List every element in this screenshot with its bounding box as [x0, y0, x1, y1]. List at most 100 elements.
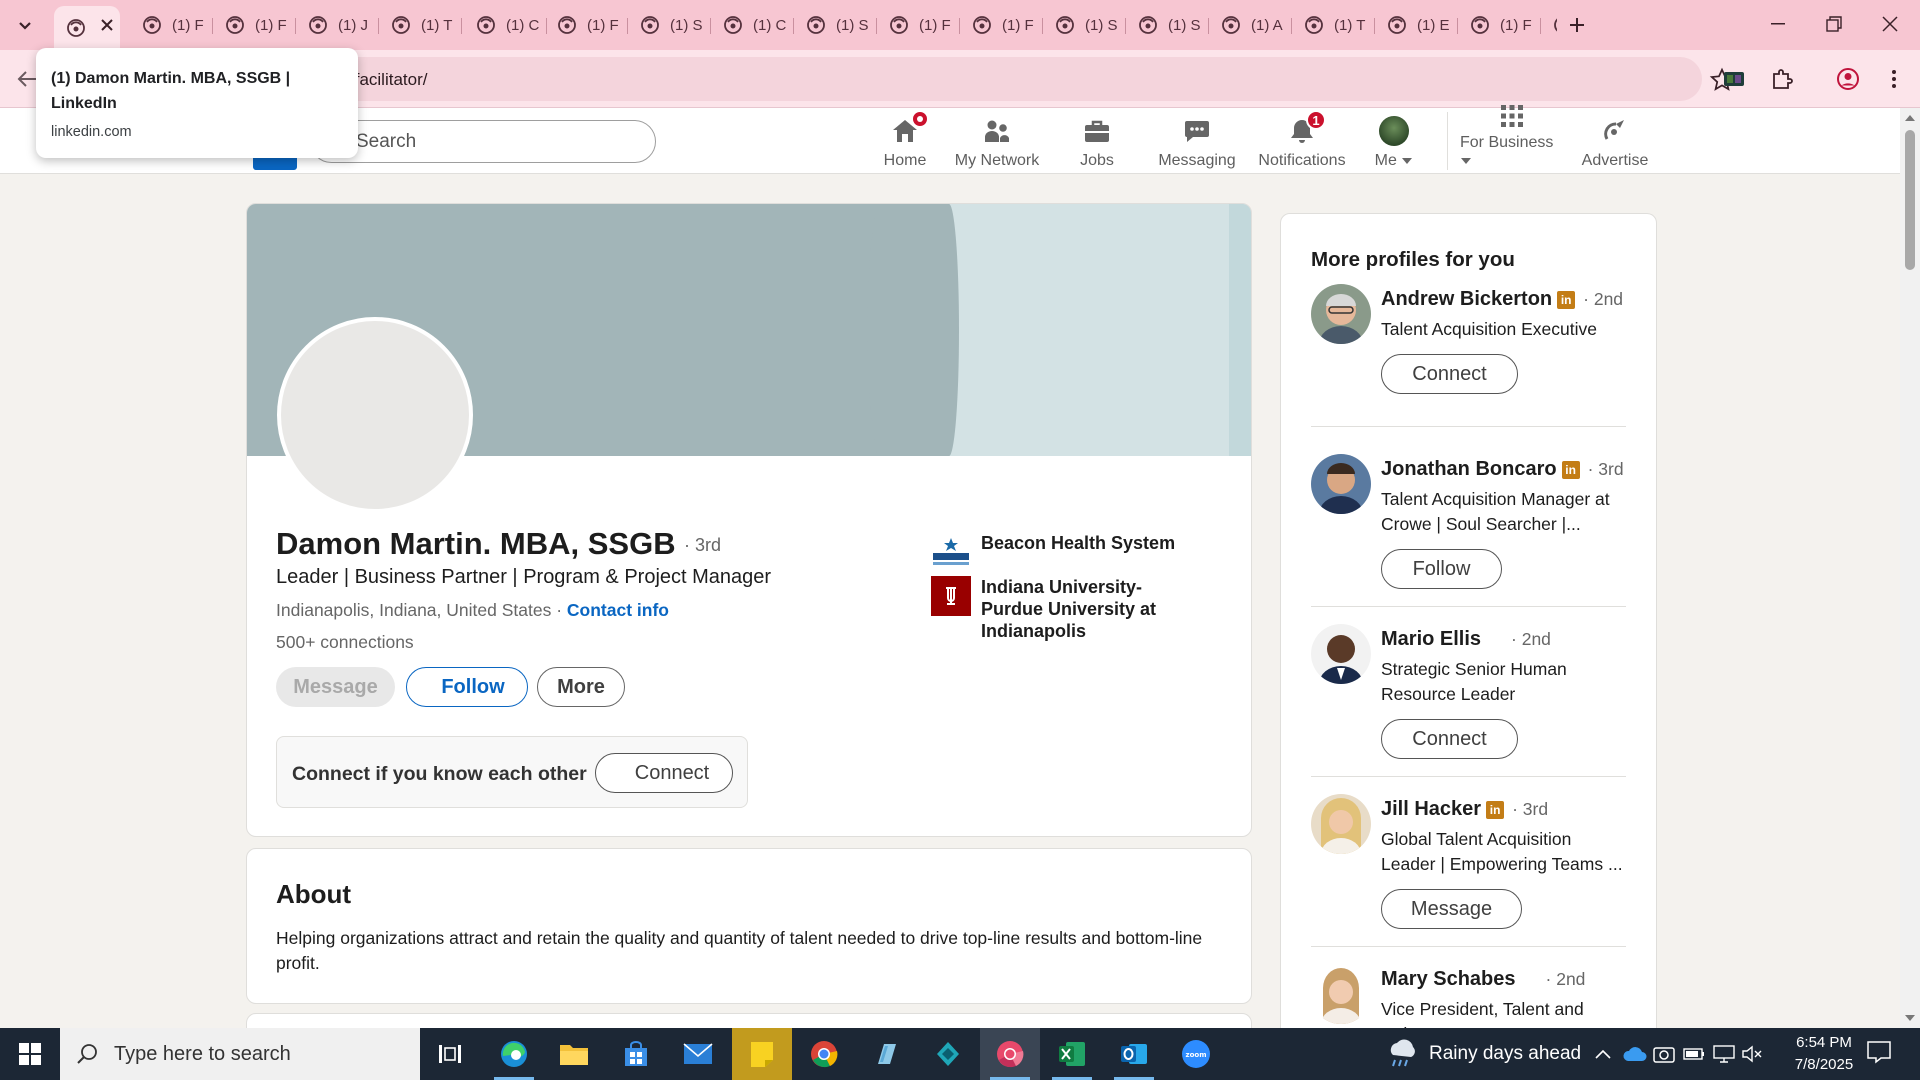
message-button[interactable]: Message	[276, 667, 395, 707]
avatar[interactable]	[1311, 284, 1371, 344]
onedrive-icon[interactable]	[1623, 1042, 1647, 1066]
browser-tab[interactable]: (1) E	[1375, 8, 1458, 42]
browser-tab[interactable]: (1) F	[877, 8, 960, 42]
page-scrollbar[interactable]	[1900, 108, 1920, 1028]
browser-tab[interactable]: (1) T	[379, 8, 462, 42]
tab-search-button[interactable]	[10, 13, 40, 39]
profile-name[interactable]: Jonathan Boncaro	[1381, 458, 1557, 481]
nav-label: Me	[1374, 152, 1397, 169]
taskbar-zoom[interactable]: zoom	[1166, 1028, 1226, 1080]
windows-taskbar: Type here to search zoom Rainy days ahea…	[0, 1028, 1920, 1080]
connections-count[interactable]: 500+ connections	[276, 632, 414, 653]
network-icon[interactable]	[1712, 1042, 1736, 1066]
suggested-profile[interactable]: Jonathan Boncaro in · 3rd Talent Acquisiti…	[1311, 454, 1626, 624]
taskbar-excel[interactable]	[1042, 1028, 1102, 1080]
browser-tab[interactable]: (1) F	[213, 8, 296, 42]
avatar[interactable]	[1311, 624, 1371, 684]
new-tab-button[interactable]	[1562, 12, 1592, 38]
browser-tab[interactable]: (1) S	[1043, 8, 1126, 42]
minimize-button[interactable]	[1750, 0, 1806, 48]
browser-tab[interactable]: (1) F	[545, 8, 628, 42]
avatar[interactable]	[1311, 964, 1371, 1024]
taskbar-search[interactable]: Type here to search	[60, 1028, 420, 1080]
more-button[interactable]: More	[537, 667, 625, 707]
search-input[interactable]	[356, 131, 636, 153]
suggested-profile[interactable]: Mario Ellis · 2nd Strategic Senior Human …	[1311, 624, 1626, 794]
start-button[interactable]	[0, 1028, 60, 1080]
close-window-button[interactable]	[1862, 0, 1918, 48]
connect-button[interactable]: Connect	[1381, 719, 1518, 759]
connect-button[interactable]: Connect	[595, 753, 733, 793]
extension-icon[interactable]	[1720, 65, 1748, 93]
browser-tab[interactable]: (1) C	[464, 8, 547, 42]
battery-icon[interactable]	[1682, 1042, 1706, 1066]
taskbar-app-2[interactable]	[918, 1028, 978, 1080]
nav-for-business[interactable]: For Business	[1460, 105, 1564, 170]
taskbar-mail[interactable]	[668, 1028, 728, 1080]
browser-tab[interactable]: (1) A	[1209, 8, 1292, 42]
org-education[interactable]: Indiana University-Purdue University at …	[931, 576, 1201, 642]
taskbar-clock[interactable]: 6:54 PM 7/8/2025	[1768, 1032, 1880, 1076]
nav-notifications[interactable]: 1 Notifications	[1252, 110, 1352, 170]
browser-tab[interactable]: (1) J	[296, 8, 379, 42]
profile-button[interactable]	[1834, 65, 1862, 93]
volume-icon[interactable]	[1740, 1042, 1764, 1066]
browser-tab[interactable]: (1) S	[794, 8, 877, 42]
nav-label: For Business	[1460, 134, 1554, 151]
tab-title: (1) E	[1417, 16, 1450, 34]
cloud-icon	[1623, 1047, 1647, 1061]
browser-tab[interactable]: (1) S	[1126, 8, 1209, 42]
follow-button[interactable]: Follow	[406, 667, 528, 707]
browser-tab[interactable]: (1) S	[628, 8, 711, 42]
message-button[interactable]: Message	[1381, 889, 1522, 929]
taskbar-file-explorer[interactable]	[544, 1028, 604, 1080]
tab-close-button[interactable]	[94, 12, 120, 38]
linkedin-favicon-icon	[66, 18, 86, 38]
restore-button[interactable]	[1806, 0, 1862, 48]
browser-tab[interactable]: (1) F	[130, 8, 213, 42]
profile-name[interactable]: Mario Ellis	[1381, 628, 1481, 651]
taskbar-chrome[interactable]	[794, 1028, 854, 1080]
nav-jobs[interactable]: Jobs	[1067, 112, 1127, 170]
suggested-profile[interactable]: Jill Hacker in · 3rd Global Talent Acquisi…	[1311, 794, 1626, 964]
scroll-up-arrow[interactable]	[1904, 112, 1916, 124]
avatar[interactable]	[1311, 794, 1371, 854]
profile-name[interactable]: Jill Hacker	[1381, 798, 1481, 821]
nav-my-network[interactable]: My Network	[950, 112, 1044, 170]
taskbar-outlook[interactable]	[1104, 1028, 1164, 1080]
scroll-down-arrow[interactable]	[1904, 1012, 1916, 1024]
connect-button[interactable]: Connect	[1381, 354, 1518, 394]
search-box[interactable]	[310, 120, 656, 163]
nav-me[interactable]: Me	[1368, 112, 1420, 170]
browser-tab[interactable]: (1) F	[960, 8, 1043, 42]
profile-name[interactable]: Andrew Bickerton	[1381, 288, 1552, 311]
show-hidden-icons-button[interactable]	[1591, 1042, 1615, 1066]
nav-messaging[interactable]: Messaging	[1155, 112, 1239, 170]
taskbar-chrome-active[interactable]	[980, 1028, 1040, 1080]
nav-label: Home	[883, 152, 927, 169]
browser-menu-button[interactable]	[1880, 65, 1908, 93]
profile-name[interactable]: Mary Schabes	[1381, 968, 1516, 991]
taskbar-app[interactable]	[856, 1028, 916, 1080]
browser-tab[interactable]: (1) C	[711, 8, 794, 42]
follow-button[interactable]: Follow	[1381, 549, 1502, 589]
profile-photo[interactable]	[277, 317, 473, 513]
avatar[interactable]	[1311, 454, 1371, 514]
browser-tab[interactable]: (1) T	[1292, 8, 1375, 42]
nav-advertise[interactable]: Advertise	[1580, 112, 1650, 170]
notification-center-button[interactable]	[1866, 1040, 1896, 1068]
taskbar-sticky-notes[interactable]	[732, 1028, 792, 1080]
task-view-button[interactable]	[420, 1028, 480, 1080]
browser-tab[interactable]: (1) F	[1458, 8, 1541, 42]
nav-home[interactable]: Home	[875, 110, 935, 170]
taskbar-store[interactable]	[606, 1028, 666, 1080]
weather-widget[interactable]: Rainy days ahead	[1385, 1028, 1581, 1080]
extensions-puzzle-button[interactable]	[1768, 65, 1796, 93]
taskbar-edge[interactable]	[484, 1028, 544, 1080]
org-current-company[interactable]: Beacon Health System	[931, 532, 1201, 572]
contact-info-link[interactable]: Contact info	[567, 600, 669, 620]
scrollbar-thumb[interactable]	[1905, 130, 1915, 270]
browser-tab[interactable]: (1) F	[1541, 8, 1557, 42]
suggested-profile[interactable]: Andrew Bickerton in · 2nd Talent Acquisiti…	[1311, 284, 1626, 454]
meet-now-icon[interactable]	[1652, 1042, 1676, 1066]
